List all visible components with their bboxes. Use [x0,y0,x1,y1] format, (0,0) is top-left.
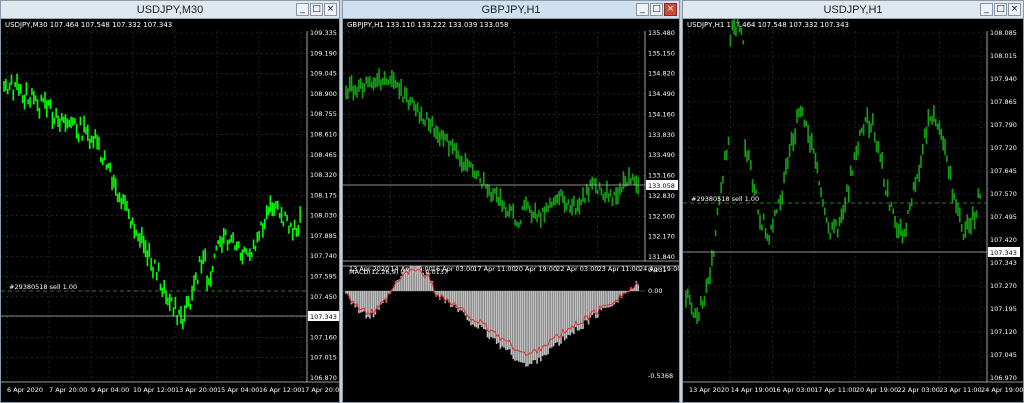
macd-tick-label: 0.00 [648,287,662,295]
y-tick-label: 107.195 [990,305,1017,313]
order-label: #29380518 sell 1.00 [9,283,77,291]
y-tick-label: 135.480 [648,29,675,37]
y-tick-label: 107.270 [990,282,1017,290]
y-tick-label: 133.830 [648,131,675,139]
y-tick-label: 107.160 [310,333,337,341]
y-tick-label: 108.465 [310,151,337,159]
x-tick-label: 16 Apr 03:00 [772,386,814,394]
close-button[interactable]: × [664,3,677,16]
y-tick-label: 133.160 [648,172,675,180]
minimize-button[interactable]: _ [980,3,993,16]
maximize-button[interactable]: □ [994,3,1007,16]
y-tick-label: 106.970 [990,374,1017,382]
window-title: USDJPY,M30 [136,4,204,16]
macd-label: MACD(12,26,9) 0.0731 0.0137 [349,268,448,276]
y-tick-label: 107.595 [310,273,337,281]
x-tick-label: 17 Apr 20:00 [301,386,339,394]
x-tick-label: 17 Apr 11:00 [814,386,856,394]
x-tick-label: 23 Apr 11:00 [939,386,981,394]
minimize-button[interactable]: _ [636,3,649,16]
macd-tick-label: -0.5368 [648,372,673,380]
close-button[interactable]: × [1008,3,1021,16]
y-tick-label: 132.830 [648,192,675,200]
y-tick-label: 107.570 [990,190,1017,198]
current-price-label: 107.343 [990,249,1017,257]
y-tick-label: 107.420 [990,236,1017,244]
y-tick-label: 135.150 [648,49,675,57]
minimize-button[interactable]: _ [296,3,309,16]
y-tick-label: 131.840 [648,253,675,261]
y-tick-label: 107.790 [990,121,1017,129]
y-tick-label: 108.175 [310,191,337,199]
maximize-button[interactable]: □ [650,3,663,16]
y-tick-label: 107.015 [310,354,337,362]
x-tick-label: 7 Apr 20:00 [49,386,87,394]
y-tick-label: 132.170 [648,233,675,241]
y-tick-label: 107.865 [990,98,1017,106]
y-tick-label: 134.820 [648,70,675,78]
y-tick-label: 106.870 [310,374,337,382]
current-price-label: 133.058 [648,182,675,190]
x-tick-label: 16 Apr 12:00 [259,386,301,394]
y-tick-label: 108.030 [310,212,337,220]
x-tick-label: 15 Apr 04:00 [217,386,259,394]
x-tick-label: 20 Apr 19:00 [856,386,898,394]
y-tick-label: 107.343 [990,259,1017,267]
y-tick-label: 107.940 [990,75,1017,83]
x-tick-label: 10 Apr 12:00 [133,386,175,394]
x-tick-label: 13 Apr 2020 [689,386,729,394]
price-chart[interactable]: 109.335 109.190 109.045 108.900 108.755 108.6… [1,19,339,402]
maximize-button[interactable]: □ [310,3,323,16]
macd-tick-label: 0.131 [648,266,667,274]
y-tick-label: 134.490 [648,90,675,98]
y-tick-label: 107.885 [310,232,337,240]
y-tick-label: 108.610 [310,130,337,138]
chart-window-usdjpy-m30[interactable]: USDJPY,M30 _ □ × USDJPY,M30 107.464 107.… [0,0,340,403]
current-price-label: 107.343 [310,313,337,321]
y-tick-label: 132.500 [648,212,675,220]
y-tick-label: 109.045 [310,70,337,78]
window-titlebar[interactable]: USDJPY,M30 _ □ × [1,1,339,19]
y-tick-label: 107.720 [990,144,1017,152]
y-tick-label: 109.190 [310,49,337,57]
y-tick-label: 108.320 [310,171,337,179]
y-tick-label: 134.160 [648,110,675,118]
y-tick-label: 107.120 [990,328,1017,336]
close-button[interactable]: × [324,3,337,16]
y-tick-label: 107.045 [990,351,1017,359]
order-label: #29380518 sell 1.00 [691,195,759,203]
x-tick-label: 22 Apr 03:00 [898,386,940,394]
y-tick-label: 109.335 [310,29,337,37]
y-tick-label: 108.900 [310,90,337,98]
window-titlebar[interactable]: USDJPY,H1 _ □ × [683,1,1023,19]
price-chart[interactable]: 135.480 135.150 134.820 134.490 134.160 133.8… [343,19,679,402]
chart-window-gbpjpy-h1[interactable]: GBPJPY,H1 _ □ × GBPJPY,H1 133.110 133.22… [342,0,680,403]
y-tick-label: 108.755 [310,110,337,118]
window-title: USDJPY,H1 [823,4,883,16]
y-tick-label: 107.740 [310,252,337,260]
y-tick-label: 107.645 [990,167,1017,175]
chart-window-usdjpy-h1[interactable]: USDJPY,H1 _ □ × USDJPY,H1 107.464 107.54… [682,0,1024,403]
window-title: GBPJPY,H1 [481,4,541,16]
x-tick-label: 14 Apr 19:00 [731,386,773,394]
y-tick-label: 133.490 [648,151,675,159]
y-tick-label: 108.085 [990,29,1017,37]
y-tick-label: 107.450 [310,293,337,301]
y-tick-label: 108.015 [990,52,1017,60]
x-tick-label: 24 Apr 19:00 [981,386,1023,394]
window-titlebar[interactable]: GBPJPY,H1 _ □ × [343,1,679,19]
price-chart[interactable]: 108.085 108.015 107.940 107.865 107.790 107.7… [683,19,1023,402]
x-tick-label: 6 Apr 2020 [7,386,43,394]
x-tick-label: 13 Apr 20:00 [175,386,217,394]
y-tick-label: 107.495 [990,213,1017,221]
x-tick-label: 9 Apr 04:00 [91,386,129,394]
